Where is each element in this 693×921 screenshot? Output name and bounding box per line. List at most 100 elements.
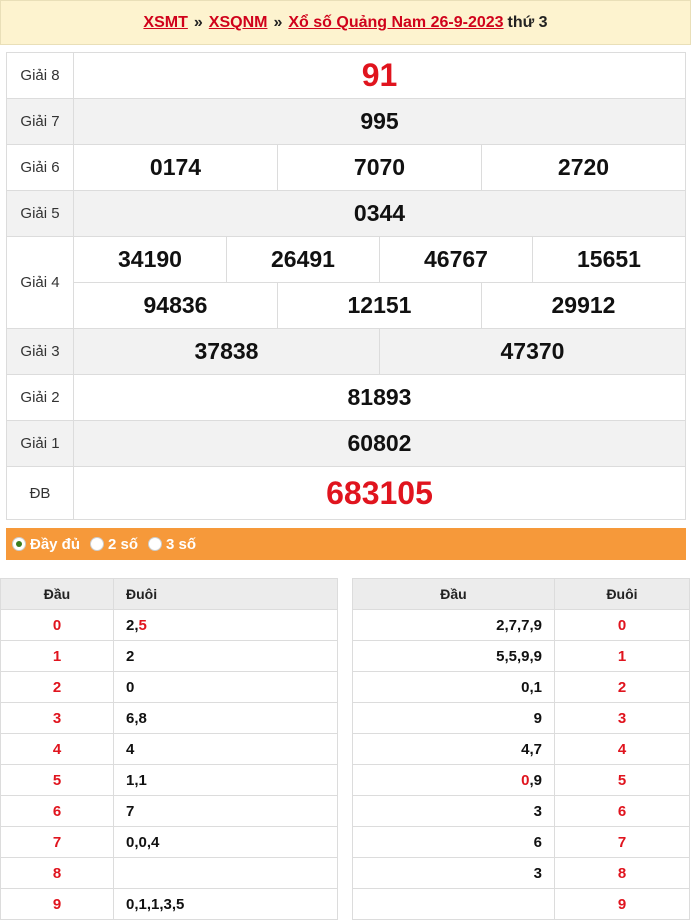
table-row: 93 [352,702,690,734]
prize-label: Giải 3 [6,328,74,375]
head-numbers: 5,5,9,9 [352,640,555,672]
loto-number: 0,1,1,3,5 [126,895,185,913]
breadcrumb-link-page[interactable]: Xổ số Quảng Nam 26-9-2023 [288,14,503,31]
prize-label: Giải 4 [6,236,74,329]
head-digit: 0 [0,609,114,641]
head-digit: 5 [0,764,114,796]
tail-numbers: 6,8 [113,702,338,734]
breadcrumb: XSMT » XSQNM » Xổ số Quảng Nam 26-9-2023 thứ … [0,0,691,45]
table-row: 3 6,8 [0,702,338,734]
prize-value: 0344 [73,190,686,237]
tail-numbers: 2,5 [113,609,338,641]
prize-row-g7: Giải 7 995 [6,98,686,145]
loto-number: 3 [533,802,542,820]
head-numbers: 4,7 [352,733,555,765]
loto-number: 0 [126,678,135,696]
table-row: 0,9 5 [352,764,690,796]
head-numbers: 3 [352,795,555,827]
table-row: 20 [0,671,338,703]
loto-number: 2,7,7,9 [496,616,542,634]
tail-digit: 6 [554,795,690,827]
radio-icon[interactable] [90,537,105,551]
display-options-bar: Đầy đủ 2 số 3 số [6,528,686,560]
head-digit: 9 [0,888,114,920]
prize-value: 34190 [73,236,227,283]
loto-number: 7 [126,802,135,820]
breadcrumb-separator: » [193,14,203,31]
table-row: 5,5,9,9 1 [352,640,690,672]
head-digit: 4 [0,733,114,765]
loto-number: 4,7 [521,740,542,758]
option-label: 3 số [166,535,197,553]
prize-value: 26491 [226,236,380,283]
tail-digit: 7 [554,826,690,858]
head-numbers: 0,9 [352,764,555,796]
prize-row-g4-b: 94836 12151 29912 [7,282,686,329]
prize-value: 46767 [379,236,533,283]
loto-number: ,9 [529,771,542,789]
loto-number: 1,1 [126,771,147,789]
tail-digit: 2 [554,671,690,703]
head-numbers: 3 [352,857,555,889]
prize-value: 7070 [277,144,482,191]
table-row: 9 [352,888,690,920]
prize-label: Giải 7 [6,98,74,145]
column-header-duoi: Đuôi [113,578,338,610]
loto-number: 4 [126,740,135,758]
prize-row-g8: Giải 8 91 [6,52,686,99]
table-row: 9 0,1,1,3,5 [0,888,338,920]
table-header-row: Đầu Đuôi [352,578,690,610]
head-numbers: 0,1 [352,671,555,703]
table-row: 12 [0,640,338,672]
prize-value: 15651 [532,236,686,283]
column-header-dau: Đầu [0,578,114,610]
tail-numbers: 0 [113,671,338,703]
breadcrumb-weekday: thứ 3 [507,14,548,31]
radio-icon[interactable] [148,537,163,551]
tail-numbers: 7 [113,795,338,827]
table-header-row: Đầu Đuôi [0,578,338,610]
head-numbers: 9 [352,702,555,734]
option-label: Đầy đủ [30,535,81,553]
prize-value: 29912 [481,282,686,329]
tail-numbers: 4 [113,733,338,765]
tail-digit: 8 [554,857,690,889]
table-row: 7 0,0,4 [0,826,338,858]
table-row: 67 [352,826,690,858]
tail-numbers [113,857,338,889]
prize-value: 0174 [73,144,278,191]
table-row: 4,7 4 [352,733,690,765]
prize-value: 47370 [379,328,686,375]
loto-number: 6 [533,833,542,851]
loto-head-table: Đầu Đuôi 0 2,5 1 2 2 0 3 6,8 4 4 5 1,1 6 7 7 0,0,4 8 9 0,1… [0,578,338,920]
prize-label: Giải 1 [6,420,74,467]
breadcrumb-link-xsqnm[interactable]: XSQNM [209,14,268,31]
loto-number: 3 [533,864,542,882]
table-row: 38 [352,857,690,889]
breadcrumb-link-xsmt[interactable]: XSMT [143,14,187,31]
special-prize-value: 683105 [73,466,686,520]
prize-label: Giải 6 [6,144,74,191]
option-two-digits[interactable]: 2 số [90,536,138,553]
tail-numbers: 2 [113,640,338,672]
results-table: Giải 8 91 Giải 7 995 Giải 6 0174 7070 27… [6,52,686,520]
head-digit: 7 [0,826,114,858]
option-label: 2 số [108,535,139,553]
loto-number: 2, [126,616,139,634]
prize-row-g2: Giải 2 81893 [6,374,686,421]
option-three-digits[interactable]: 3 số [148,536,196,553]
loto-number: 0,1 [521,678,542,696]
head-digit: 6 [0,795,114,827]
loto-number: 5 [138,616,147,634]
loto-number: 6,8 [126,709,147,727]
table-row: 5 1,1 [0,764,338,796]
prize-row-g6: Giải 6 0174 7070 2720 [6,144,686,191]
prize-value: 60802 [73,420,686,467]
prize-value: 2720 [481,144,686,191]
option-full[interactable]: Đầy đủ [12,536,80,553]
tail-digit: 1 [554,640,690,672]
head-digit: 3 [0,702,114,734]
column-header-duoi: Đuôi [554,578,690,610]
column-header-dau: Đầu [352,578,555,610]
radio-selected-icon[interactable] [12,537,26,551]
